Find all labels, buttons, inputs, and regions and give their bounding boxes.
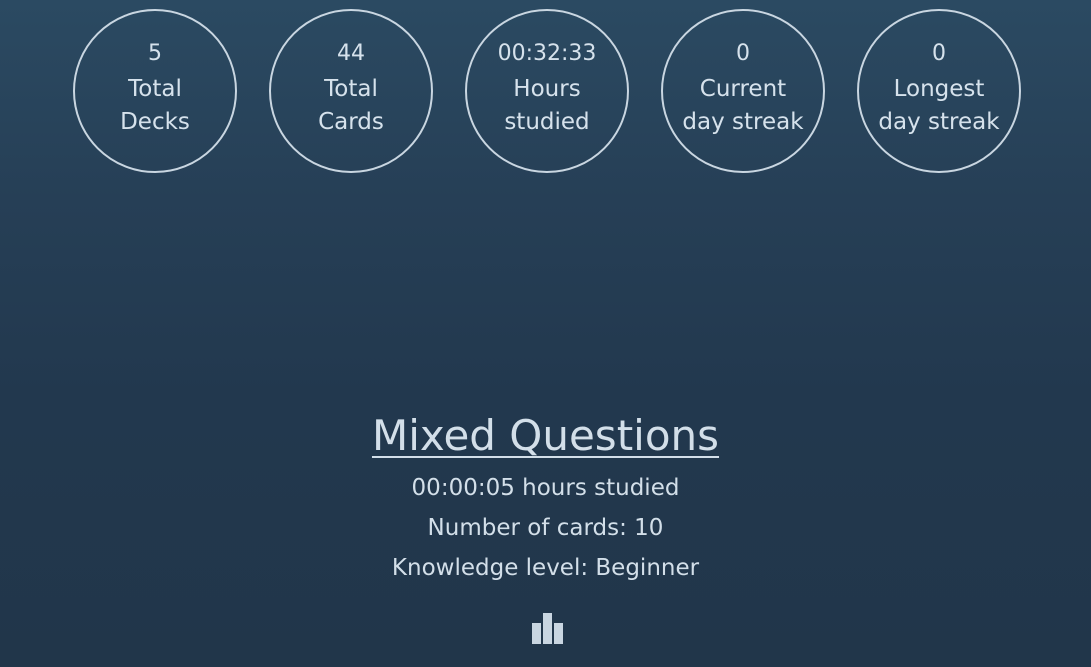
stat-value: 0: [932, 41, 946, 66]
stat-label-line: Hours: [513, 76, 581, 102]
stat-label-line: day streak: [682, 109, 804, 135]
stat-label-line: Decks: [120, 109, 190, 135]
stat-label: Longest day streak: [859, 73, 1019, 139]
deck-knowledge-level: Knowledge level: Beginner: [391, 555, 700, 581]
stat-label: Total Decks: [75, 73, 235, 139]
deck-title-link[interactable]: Mixed Questions: [0, 408, 1091, 464]
stat-label-line: Current: [699, 76, 787, 102]
deck-hours-studied: 00:00:05 hours studied: [411, 475, 680, 501]
stat-value: 5: [148, 41, 162, 66]
stat-total-decks: 5 Total Decks: [73, 9, 237, 173]
stat-label: Hours studied: [467, 73, 627, 139]
stat-label-line: Total: [324, 76, 378, 102]
stat-current-streak: 0 Current day streak: [661, 9, 825, 173]
stat-label-line: Cards: [318, 109, 384, 135]
bar-chart-icon[interactable]: [532, 613, 564, 645]
deck-card-count: Number of cards: 10: [427, 515, 664, 541]
stat-label: Total Cards: [271, 73, 431, 139]
stat-value: 44: [337, 41, 365, 66]
stat-value: 0: [736, 41, 750, 66]
stat-value: 00:32:33: [497, 41, 597, 66]
stat-longest-streak: 0 Longest day streak: [857, 9, 1021, 173]
stat-label-line: day streak: [878, 109, 1000, 135]
stat-label-line: studied: [504, 109, 590, 135]
stat-total-cards: 44 Total Cards: [269, 9, 433, 173]
stat-label-line: Total: [128, 76, 182, 102]
stat-label-line: Longest: [893, 76, 985, 102]
stat-label: Current day streak: [663, 73, 823, 139]
bar-chart-icon-graphic: [532, 613, 563, 644]
stat-hours-studied: 00:32:33 Hours studied: [465, 9, 629, 173]
